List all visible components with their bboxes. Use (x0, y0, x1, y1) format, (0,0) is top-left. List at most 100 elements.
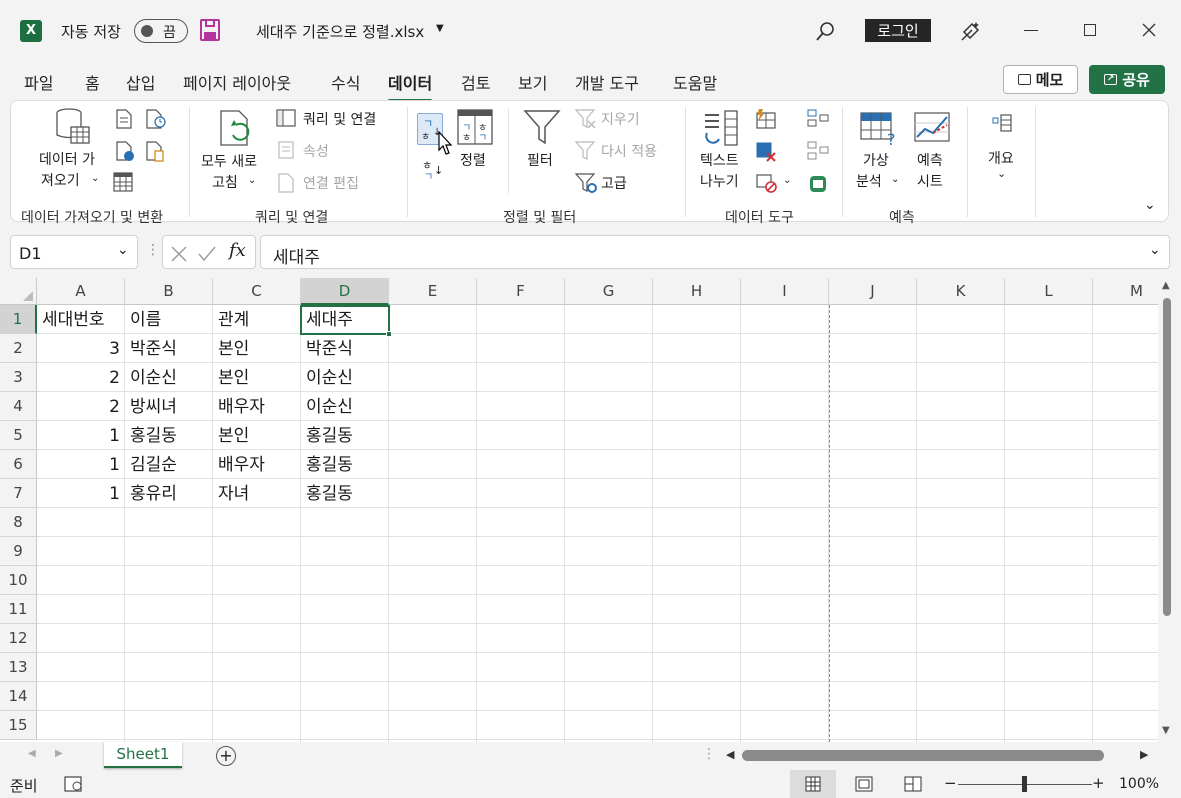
advanced-label[interactable]: 고급 (601, 173, 627, 193)
what-if-dropdown-icon[interactable]: ⌄ (891, 174, 899, 185)
zoom-level[interactable]: 100% (1119, 776, 1159, 792)
designer-icon[interactable] (958, 18, 984, 44)
scroll-thumb[interactable] (1163, 298, 1171, 616)
from-text-icon[interactable] (115, 109, 133, 129)
row-header-8[interactable]: 8 (0, 508, 37, 537)
tab-developer[interactable]: 개발 도구 (575, 68, 639, 96)
outline-icon[interactable] (991, 113, 1015, 135)
get-data-label-1[interactable]: 데이터 가 (39, 149, 95, 169)
cell-d2[interactable]: 박준식 (302, 334, 388, 363)
refresh-label-2[interactable]: 고침 (212, 172, 238, 192)
collapse-ribbon-icon[interactable]: ⌄ (1144, 197, 1156, 213)
outline-label[interactable]: 개요 (988, 148, 1014, 168)
page-break-view-icon[interactable] (904, 776, 922, 792)
page-layout-view-icon[interactable] (855, 776, 873, 792)
row-header-3[interactable]: 3 (0, 363, 37, 392)
cell-d7[interactable]: 홍길동 (302, 479, 388, 508)
column-header-g[interactable]: G (565, 278, 653, 305)
column-header-b[interactable]: B (125, 278, 213, 305)
accessibility-icon[interactable] (64, 775, 84, 793)
text-to-columns-label-2[interactable]: 나누기 (700, 171, 739, 191)
recent-sources-icon[interactable] (145, 109, 167, 129)
text-to-columns-icon[interactable] (701, 109, 741, 149)
maximize-icon[interactable] (1084, 24, 1096, 36)
get-data-dropdown-icon[interactable]: ⌄ (91, 173, 99, 184)
column-header-l[interactable]: L (1005, 278, 1093, 305)
get-data-label-2[interactable]: 져오기 (41, 170, 80, 190)
column-header-h[interactable]: H (653, 278, 741, 305)
tab-review[interactable]: 검토 (461, 68, 490, 96)
tab-help[interactable]: 도움말 (673, 68, 717, 96)
close-icon[interactable] (1142, 23, 1156, 37)
row-header-10[interactable]: 10 (0, 566, 37, 595)
cell-b5[interactable]: 홍길동 (126, 421, 212, 450)
column-header-c[interactable]: C (213, 278, 301, 305)
search-icon[interactable] (815, 20, 837, 42)
sort-za-button[interactable]: ㅎ ㄱ ↓ (419, 155, 445, 183)
expand-formula-icon[interactable]: ⌄ (1149, 242, 1161, 258)
cell-c7[interactable]: 자녀 (214, 479, 300, 508)
row-header-14[interactable]: 14 (0, 682, 37, 711)
column-header-k[interactable]: K (917, 278, 1005, 305)
cancel-icon[interactable] (171, 246, 187, 262)
add-sheet-icon[interactable]: + (216, 746, 236, 766)
cell-a3[interactable]: 2 (38, 363, 124, 392)
cell-b1[interactable]: 이름 (126, 305, 212, 334)
cell-a6[interactable]: 1 (38, 450, 124, 479)
selected-cell-border[interactable] (300, 305, 390, 335)
tab-file[interactable]: 파일 (24, 68, 53, 96)
row-header-11[interactable]: 11 (0, 595, 37, 624)
file-name[interactable]: 세대주 기준으로 정렬.xlsx (256, 21, 424, 42)
fill-handle[interactable] (386, 331, 392, 337)
from-table-icon[interactable] (112, 171, 134, 193)
sheet-tab-sheet1[interactable]: Sheet1 (104, 742, 182, 768)
what-if-label-2[interactable]: 분석 (856, 171, 882, 191)
formula-input[interactable]: 세대주 ⌄ (260, 235, 1170, 269)
zoom-out-button[interactable]: − (944, 774, 957, 792)
share-button[interactable]: ↗ 공유 (1089, 65, 1165, 94)
advanced-filter-icon[interactable] (575, 173, 599, 195)
remove-duplicates-icon[interactable] (755, 141, 777, 163)
cell-b6[interactable]: 김길순 (126, 450, 212, 479)
normal-view-button[interactable] (790, 770, 836, 798)
cell-c5[interactable]: 본인 (214, 421, 300, 450)
text-to-columns-label-1[interactable]: 텍스트 (700, 150, 739, 170)
select-all-corner[interactable] (0, 278, 37, 305)
refresh-all-icon[interactable] (217, 109, 257, 149)
column-header-f[interactable]: F (477, 278, 565, 305)
zoom-slider-thumb[interactable] (1022, 776, 1027, 792)
cell-c6[interactable]: 배우자 (214, 450, 300, 479)
minimize-icon[interactable] (1024, 30, 1038, 31)
row-header-15[interactable]: 15 (0, 711, 37, 740)
vertical-scrollbar[interactable]: ▲ ▼ (1158, 278, 1181, 742)
cell-c2[interactable]: 본인 (214, 334, 300, 363)
forecast-sheet-icon[interactable] (913, 111, 951, 145)
cell-a2[interactable]: 3 (38, 334, 124, 363)
row-header-12[interactable]: 12 (0, 624, 37, 653)
sort-icon[interactable]: ㄱㅎㅎㄱ (457, 109, 493, 145)
name-box-dropdown-icon[interactable]: ⌄ (117, 242, 129, 258)
scroll-left-icon[interactable]: ◀ (726, 748, 734, 761)
row-header-9[interactable]: 9 (0, 537, 37, 566)
existing-connections-icon[interactable] (145, 141, 167, 163)
what-if-analysis-icon[interactable]: ? (859, 111, 899, 147)
cell-a1[interactable]: 세대번호 (38, 305, 124, 334)
tab-home[interactable]: 홈 (85, 68, 100, 96)
login-button[interactable]: 로그인 (865, 19, 931, 42)
memo-button[interactable]: 메모 (1003, 65, 1078, 94)
forecast-label-2[interactable]: 시트 (917, 171, 943, 191)
cell-d4[interactable]: 이순신 (302, 392, 388, 421)
cell-d6[interactable]: 홍길동 (302, 450, 388, 479)
data-model-icon[interactable] (807, 173, 829, 195)
cell-d3[interactable]: 이순신 (302, 363, 388, 392)
forecast-label-1[interactable]: 예측 (917, 150, 943, 170)
zoom-in-button[interactable]: + (1092, 774, 1105, 792)
column-header-j[interactable]: J (829, 278, 917, 305)
filter-label[interactable]: 필터 (527, 150, 553, 170)
horizontal-scroll-thumb[interactable] (742, 750, 1104, 761)
cell-b7[interactable]: 홍유리 (126, 479, 212, 508)
scroll-down-icon[interactable]: ▼ (1162, 725, 1170, 736)
scroll-right-icon[interactable]: ▶ (1140, 748, 1148, 761)
refresh-label-1[interactable]: 모두 새로 (201, 151, 257, 171)
row-header-7[interactable]: 7 (0, 479, 37, 508)
